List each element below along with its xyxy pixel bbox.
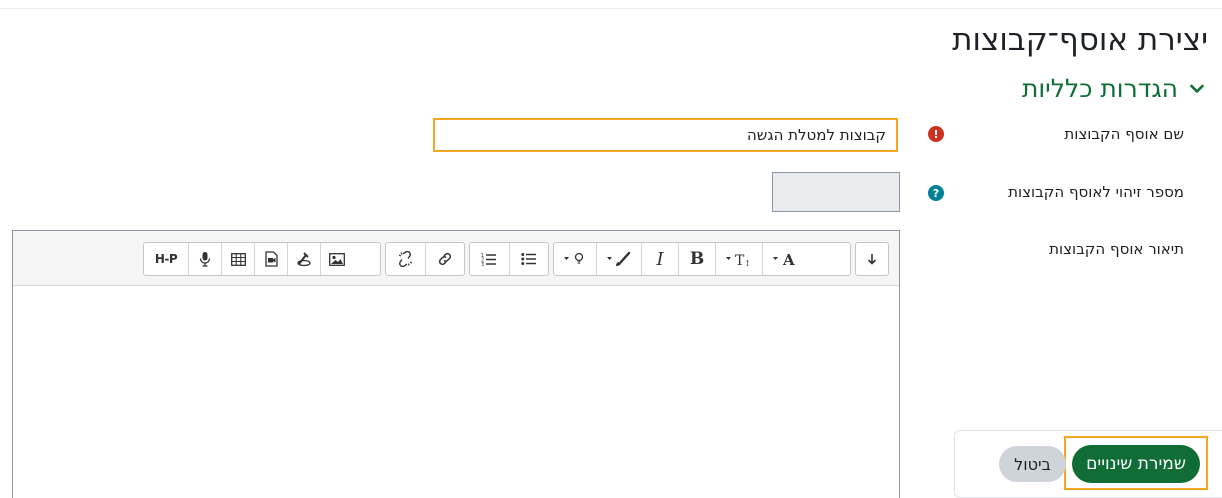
collapse-toolbar-icon[interactable] bbox=[856, 243, 888, 275]
svg-text:A: A bbox=[782, 251, 795, 268]
svg-text:3: 3 bbox=[481, 262, 484, 266]
top-divider bbox=[0, 8, 1222, 9]
record-audio-icon[interactable] bbox=[188, 243, 221, 275]
editor-toolbar: I B T ↕ A 123 H-P bbox=[13, 231, 899, 286]
image-icon[interactable] bbox=[320, 243, 353, 275]
link-icon[interactable] bbox=[424, 243, 465, 275]
background-color-icon[interactable] bbox=[554, 243, 596, 275]
idnumber-label: מספר זיהוי לאוסף הקבוצות bbox=[1008, 183, 1184, 201]
page-title: יצירת אוסף־קבוצות bbox=[952, 22, 1208, 58]
unordered-list-icon[interactable] bbox=[508, 243, 549, 275]
italic-icon[interactable]: I bbox=[641, 243, 678, 275]
toolbar-group-style: I B T ↕ A bbox=[553, 242, 851, 276]
media-icon[interactable] bbox=[254, 243, 287, 275]
toolbar-group-links bbox=[385, 242, 465, 276]
save-changes-button[interactable]: שמירת שינויים bbox=[1072, 445, 1200, 483]
unlink-icon[interactable] bbox=[386, 243, 425, 275]
toolbar-group-insert: H-P bbox=[143, 242, 381, 276]
cancel-button[interactable]: ביטול bbox=[999, 446, 1066, 482]
group-set-name-input[interactable]: קבוצות למטלת הגשה bbox=[433, 118, 898, 152]
section-title: הגדרות כלליות bbox=[1021, 74, 1178, 103]
required-icon[interactable]: ! bbox=[928, 126, 944, 142]
font-family-icon[interactable]: T ↕ bbox=[715, 243, 762, 275]
section-toggle-general[interactable]: הגדרות כלליות bbox=[1022, 74, 1208, 103]
h5p-icon[interactable]: H-P bbox=[144, 243, 188, 275]
idnumber-input[interactable] bbox=[772, 172, 900, 212]
ordered-list-icon[interactable]: 123 bbox=[470, 243, 509, 275]
svg-text:↕: ↕ bbox=[744, 259, 751, 268]
help-icon[interactable]: ? bbox=[928, 185, 944, 201]
description-label: תיאור אוסף הקבוצות bbox=[1049, 240, 1184, 258]
name-label: שם אוסף הקבוצות bbox=[1064, 125, 1184, 143]
toolbar-group-lists: 123 bbox=[469, 242, 549, 276]
toolbar-group-collapse bbox=[855, 242, 889, 276]
bold-icon[interactable]: B bbox=[678, 243, 715, 275]
chevron-down-icon bbox=[1186, 78, 1208, 100]
description-editor[interactable]: I B T ↕ A 123 H-P bbox=[12, 230, 900, 498]
manage-files-icon[interactable] bbox=[287, 243, 320, 275]
font-color-icon[interactable] bbox=[596, 243, 641, 275]
table-icon[interactable] bbox=[221, 243, 254, 275]
font-size-icon[interactable]: A bbox=[762, 243, 809, 275]
